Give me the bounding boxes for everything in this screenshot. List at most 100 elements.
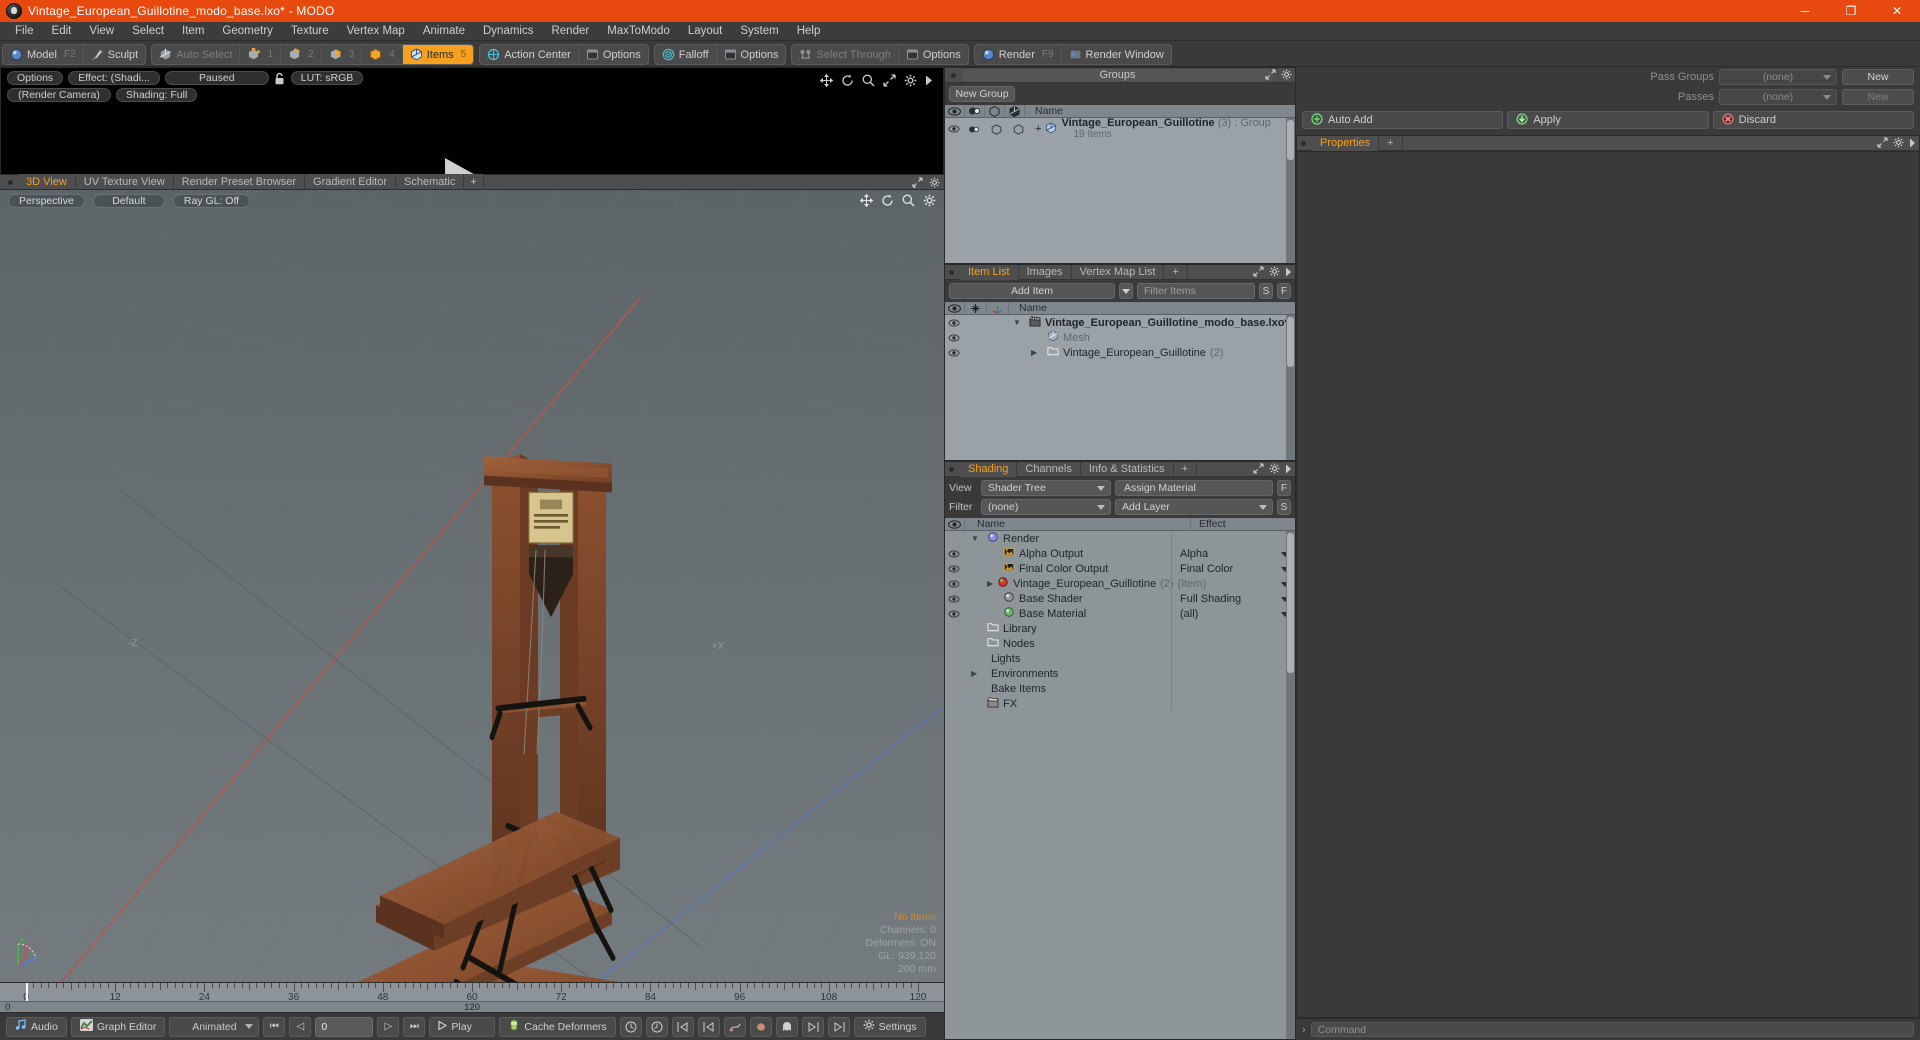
auto-select-button[interactable]: Auto Select: [152, 45, 240, 64]
timeline[interactable]: 01224364860728496108120 0 120: [0, 982, 944, 1012]
filter-f-button[interactable]: F: [1277, 283, 1291, 299]
groups-scrollbar[interactable]: [1286, 118, 1295, 263]
effect-dropdown[interactable]: Full Shading: [1171, 591, 1295, 606]
sculpt-button[interactable]: Sculpt: [84, 45, 146, 64]
eye-icon[interactable]: [945, 319, 963, 327]
tab-images[interactable]: Images: [1019, 265, 1072, 280]
tab-uv-texture-view[interactable]: UV Texture View: [76, 174, 174, 189]
tab-item-list[interactable]: Item List: [960, 265, 1019, 280]
tab-info-statistics[interactable]: Info & Statistics: [1081, 462, 1174, 477]
menu-item-dynamics[interactable]: Dynamics: [474, 23, 542, 39]
tab-render-preset-browser[interactable]: Render Preset Browser: [174, 174, 305, 189]
panel-dot-icon[interactable]: [949, 270, 954, 275]
menu-item-render[interactable]: Render: [542, 23, 598, 39]
zoom-icon[interactable]: [902, 194, 915, 210]
options-button[interactable]: Options: [899, 45, 968, 64]
edge-button[interactable]: 2: [281, 45, 322, 64]
expander-icon[interactable]: +: [1035, 123, 1041, 135]
eye-icon[interactable]: [945, 565, 963, 573]
audio-button[interactable]: Audio: [6, 1017, 67, 1037]
select-toggle-icon[interactable]: [1007, 124, 1029, 135]
falloff-button[interactable]: Falloff: [655, 45, 717, 64]
rotate-icon[interactable]: [881, 194, 894, 210]
gear-icon[interactable]: [1269, 463, 1280, 477]
item-list-scrollbar[interactable]: [1286, 315, 1295, 460]
range-out-icon[interactable]: [828, 1017, 850, 1037]
graph-editor-button[interactable]: Graph Editor: [71, 1017, 166, 1037]
assign-material-button[interactable]: Assign Material: [1115, 480, 1273, 496]
groups-tree[interactable]: +Vintage_European_Guillotine (3) : Group…: [945, 118, 1295, 263]
chevron-right-icon[interactable]: [925, 75, 933, 89]
shading-f-button[interactable]: F: [1277, 480, 1291, 496]
effect-dropdown[interactable]: (all): [1171, 606, 1295, 621]
viewport-3d[interactable]: PerspectiveDefaultRay GL: Off -Z +X No I…: [0, 190, 944, 982]
pan-icon[interactable]: [820, 74, 833, 90]
eye-icon[interactable]: [945, 302, 965, 314]
menu-item-maxtomodo[interactable]: MaxToModo: [598, 23, 679, 39]
go-to-start-button[interactable]: ⏮: [263, 1017, 285, 1037]
previous-frame-button[interactable]: ◁: [289, 1017, 311, 1037]
new-pass-group-button[interactable]: New: [1842, 69, 1914, 85]
timeline-playhead[interactable]: [26, 983, 28, 1002]
add-shading-tab-button[interactable]: +: [1174, 462, 1197, 477]
polygon-button[interactable]: 3: [322, 45, 363, 64]
wire-icon[interactable]: [985, 105, 1005, 117]
item-list-row[interactable]: ▼Vintage_European_Guillotine_modo_base.l…: [945, 315, 1295, 330]
chevron-right-icon[interactable]: [1285, 267, 1292, 280]
new-pass-button[interactable]: New: [1842, 89, 1914, 105]
key-prev-icon[interactable]: [672, 1017, 694, 1037]
add-viewport-tab-button[interactable]: +: [464, 174, 483, 189]
effect-dropdown[interactable]: [1171, 576, 1295, 591]
material-button[interactable]: 4: [362, 45, 403, 64]
ghost-icon[interactable]: [776, 1017, 798, 1037]
minimize-button[interactable]: ─: [1782, 0, 1828, 22]
range-in-icon[interactable]: [802, 1017, 824, 1037]
viewport-perspective-button[interactable]: Perspective: [8, 194, 85, 208]
add-item-dropdown-arrow[interactable]: [1119, 283, 1133, 299]
eye-icon[interactable]: [945, 610, 963, 618]
expander-icon[interactable]: ▶: [971, 669, 983, 678]
eye-icon[interactable]: [945, 125, 963, 133]
viewport-ray-gl-off-button[interactable]: Ray GL: Off: [173, 194, 250, 208]
item-list-tree[interactable]: ▼Vintage_European_Guillotine_modo_base.l…: [945, 315, 1295, 460]
menu-item-edit[interactable]: Edit: [43, 23, 81, 39]
menu-item-item[interactable]: Item: [173, 23, 213, 39]
panel-dot-icon[interactable]: [1301, 141, 1306, 146]
zoom-icon[interactable]: [862, 74, 875, 90]
shader-tree-row[interactable]: Nodes: [945, 636, 1295, 651]
menu-item-layout[interactable]: Layout: [679, 23, 732, 39]
shading-mode-dropdown[interactable]: Shading: Full: [116, 88, 197, 102]
key-add-icon[interactable]: [620, 1017, 642, 1037]
close-button[interactable]: ✕: [1874, 0, 1920, 22]
shader-tree-row[interactable]: Lights: [945, 651, 1295, 666]
expander-icon[interactable]: ▶: [987, 579, 993, 588]
eye-icon[interactable]: [945, 105, 965, 117]
render-window-button[interactable]: Render Window: [1062, 45, 1171, 64]
passes-dropdown[interactable]: (none): [1719, 89, 1837, 105]
preview-lut-button[interactable]: LUT: sRGB: [291, 71, 364, 85]
shader-view-dropdown[interactable]: Shader Tree: [981, 480, 1111, 496]
groups-row[interactable]: +Vintage_European_Guillotine (3) : Group…: [945, 118, 1295, 140]
fit-icon[interactable]: [883, 74, 896, 90]
play-button[interactable]: Play: [429, 1017, 495, 1037]
cache-deformers-button[interactable]: Cache Deformers: [499, 1017, 615, 1037]
maximize-button[interactable]: ❐: [1828, 0, 1874, 22]
eye-icon[interactable]: [945, 334, 963, 342]
render-button[interactable]: RenderF9: [975, 45, 1062, 64]
shader-tree-row[interactable]: Base Material(all): [945, 606, 1295, 621]
shading-filter-dropdown[interactable]: (none): [981, 499, 1111, 515]
animation-mode-dropdown[interactable]: Animated: [169, 1017, 259, 1037]
preview-paused-button[interactable]: Paused: [165, 71, 269, 85]
menu-item-geometry[interactable]: Geometry: [213, 23, 282, 39]
auto-add-button[interactable]: Auto Add: [1302, 111, 1503, 129]
viewport-default-button[interactable]: Default: [93, 194, 165, 208]
eye-icon[interactable]: [945, 595, 963, 603]
wire-toggle-icon[interactable]: [985, 124, 1007, 135]
menu-item-vertex-map[interactable]: Vertex Map: [338, 23, 414, 39]
tab-schematic[interactable]: Schematic: [396, 174, 464, 189]
rotate-icon[interactable]: [841, 74, 854, 90]
tab-vertex-map-list[interactable]: Vertex Map List: [1072, 265, 1165, 280]
expand-icon[interactable]: [1253, 266, 1264, 280]
item-list-row[interactable]: Mesh: [945, 330, 1295, 345]
expander-icon[interactable]: ▼: [971, 534, 983, 543]
